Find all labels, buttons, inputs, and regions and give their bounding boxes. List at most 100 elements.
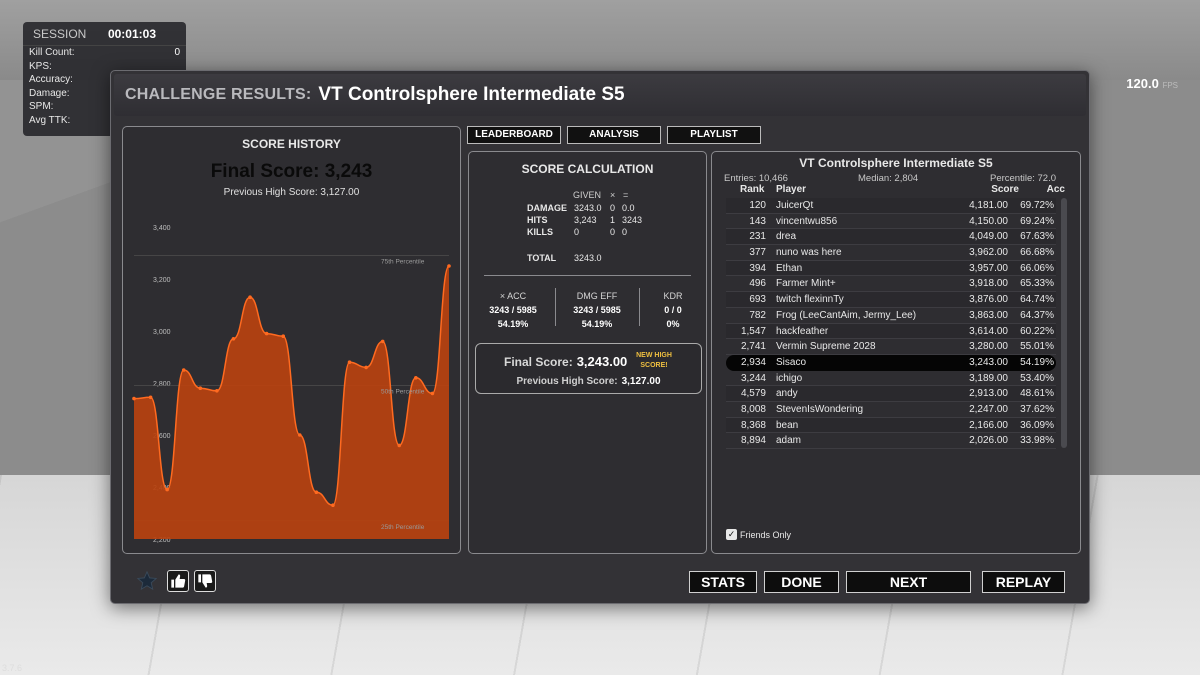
calc-dmg-eff-column: DMG EFF 3243 / 5985 54.19% xyxy=(559,289,635,331)
calc-acc-column: × ACC 3243 / 5985 54.19% xyxy=(475,289,551,331)
calc-column-divider xyxy=(555,288,556,326)
y-tick-label: 3,000 xyxy=(153,329,171,336)
checkbox-checked-icon[interactable]: ✓ xyxy=(726,529,737,540)
leaderboard-row[interactable]: 693 twitch flexinnTy 3,876.00 64.74% xyxy=(726,292,1056,308)
y-tick-label: 2,800 xyxy=(153,381,171,388)
score-cell: 2,913.00 xyxy=(969,388,1008,400)
score-point[interactable] xyxy=(430,391,435,396)
score-point[interactable] xyxy=(314,490,319,495)
leaderboard-card: VT Controlsphere Intermediate S5 Entries… xyxy=(711,151,1081,554)
leaderboard-row[interactable]: 394 Ethan 3,957.00 66.06% xyxy=(726,260,1056,277)
leaderboard-row[interactable]: 782 Frog (LeeCantAim, Jermy_Lee) 3,863.00 6… xyxy=(726,308,1056,324)
friends-only-label: Friends Only xyxy=(740,529,792,540)
score-point[interactable] xyxy=(347,360,352,364)
leaderboard-row[interactable]: 8,894 adam 2,026.00 33.98% xyxy=(726,433,1056,449)
leaderboard-row[interactable]: 2,741 Vermin Supreme 2028 3,280.00 55.01% xyxy=(726,339,1056,355)
rank-cell: 8,008 xyxy=(740,403,766,415)
thumbs-up-icon[interactable] xyxy=(167,570,189,592)
friends-only-toggle[interactable]: ✓ Friends Only xyxy=(726,529,791,540)
calc-kills-label: KILLS xyxy=(527,227,553,237)
rank-cell: 4,579 xyxy=(740,388,766,400)
rank-cell: 782 xyxy=(749,309,766,321)
score-cell: 3,280.00 xyxy=(969,341,1008,353)
leaderboard-scrollbar[interactable] xyxy=(1061,198,1067,448)
rank-cell: 693 xyxy=(749,294,766,306)
player-cell: adam xyxy=(776,435,802,447)
rank-cell: 8,368 xyxy=(740,419,766,431)
scenario-title: VT Controlsphere Intermediate S5 xyxy=(318,84,625,105)
leaderboard-row-current-player[interactable]: 2,934 Sisaco 3,243.00 54.19% xyxy=(726,354,1056,371)
player-cell: drea xyxy=(776,231,797,243)
score-point[interactable] xyxy=(297,433,302,437)
tab-leaderboard[interactable]: LEADERBOARD xyxy=(467,126,561,144)
session-stat-row: Kill Count: 0 xyxy=(23,46,186,60)
leaderboard-row[interactable]: 4,579 andy 2,913.00 48.61% xyxy=(726,386,1056,402)
calc-hits-given: 3,243 xyxy=(574,215,597,225)
score-point[interactable] xyxy=(198,386,203,391)
score-point[interactable] xyxy=(264,331,269,336)
player-cell: Vermin Supreme 2028 xyxy=(776,341,876,353)
calc-kills-mult: 0 xyxy=(610,227,616,237)
calc-kdr-ratio: 0 / 0 xyxy=(664,305,682,315)
score-point[interactable] xyxy=(281,334,286,338)
score-point[interactable] xyxy=(380,339,385,344)
column-rank: Rank xyxy=(740,184,765,195)
leaderboard-row[interactable]: 377 nuno was here 3,962.00 66.68% xyxy=(726,245,1056,261)
leaderboard-row[interactable]: 120 JuicerQt 4,181.00 69.72% xyxy=(726,198,1056,214)
tab-playlist[interactable]: PLAYLIST xyxy=(667,126,761,144)
tab-analysis[interactable]: ANALYSIS xyxy=(567,126,661,144)
done-button[interactable]: DONE xyxy=(764,571,839,593)
leaderboard-row[interactable]: 3,244 ichigo 3,189.00 53.40% xyxy=(726,371,1056,387)
calc-kills-given: 0 xyxy=(574,227,580,237)
leaderboard-row[interactable]: 1,547 hackfeather 3,614.00 60.22% xyxy=(726,323,1056,340)
score-point[interactable] xyxy=(132,396,136,401)
score-point[interactable] xyxy=(397,443,402,448)
score-point[interactable] xyxy=(148,395,153,400)
leaderboard-row[interactable]: 496 Farmer Mint+ 3,918.00 65.33% xyxy=(726,276,1056,293)
stats-button[interactable]: STATS xyxy=(689,571,757,593)
acc-cell: 53.40% xyxy=(1020,372,1054,384)
y-tick-label: 3,200 xyxy=(153,277,171,284)
session-stat-label: Avg TTK: xyxy=(29,114,71,126)
session-stat-label: Kill Count: xyxy=(29,47,75,58)
score-point[interactable] xyxy=(165,487,169,492)
leaderboard-row[interactable]: 8,368 bean 2,166.00 36.09% xyxy=(726,417,1056,434)
percentile-label: 50th Percentile xyxy=(381,389,425,396)
score-cell: 3,918.00 xyxy=(969,278,1008,290)
score-cell: 3,243.00 xyxy=(969,356,1008,368)
calc-damage-label: DAMAGE xyxy=(527,203,567,213)
score-point[interactable] xyxy=(331,503,335,508)
thumbs-down-icon[interactable] xyxy=(194,570,216,592)
player-cell: JuicerQt xyxy=(776,200,814,211)
acc-cell: 69.72% xyxy=(1020,200,1054,211)
calc-hits-label: HITS xyxy=(527,215,548,225)
rank-cell: 1,547 xyxy=(740,325,766,337)
score-calculation-title: SCORE CALCULATION xyxy=(521,162,654,176)
leaderboard-row[interactable]: 8,008 StevenIsWondering 2,247.00 37.62% xyxy=(726,402,1056,418)
player-cell: nuno was here xyxy=(776,247,842,259)
acc-cell: 36.09% xyxy=(1020,419,1054,431)
calc-damage-given: 3243.0 xyxy=(574,203,602,213)
score-cell: 3,614.00 xyxy=(969,325,1008,337)
score-point[interactable] xyxy=(364,365,368,370)
score-point[interactable] xyxy=(414,376,418,380)
calc-kdr-column: KDR 0 / 0 0% xyxy=(635,289,711,331)
calc-kills-result: 0 xyxy=(622,227,628,237)
score-point[interactable] xyxy=(215,389,219,393)
score-point[interactable] xyxy=(181,368,186,372)
session-label: SESSION xyxy=(33,26,87,41)
session-stat-label: Damage: xyxy=(29,87,70,99)
fps-value: 120.0 xyxy=(1126,76,1159,91)
fps-counter: 120.0 FPS xyxy=(1126,76,1178,91)
next-button[interactable]: NEXT xyxy=(846,571,971,593)
replay-button[interactable]: REPLAY xyxy=(982,571,1065,593)
leaderboard-entries: Entries: 10,466 xyxy=(724,173,788,184)
score-point[interactable] xyxy=(248,295,252,299)
version-label: 3.7.6 xyxy=(2,663,23,673)
rank-cell: 120 xyxy=(749,200,766,211)
leaderboard-row[interactable]: 143 vincentwu856 4,150.00 69.24% xyxy=(726,214,1056,230)
score-point[interactable] xyxy=(231,337,236,341)
star-icon[interactable] xyxy=(136,570,158,592)
score-point[interactable] xyxy=(447,264,451,268)
leaderboard-row[interactable]: 231 drea 4,049.00 67.63% xyxy=(726,229,1056,246)
